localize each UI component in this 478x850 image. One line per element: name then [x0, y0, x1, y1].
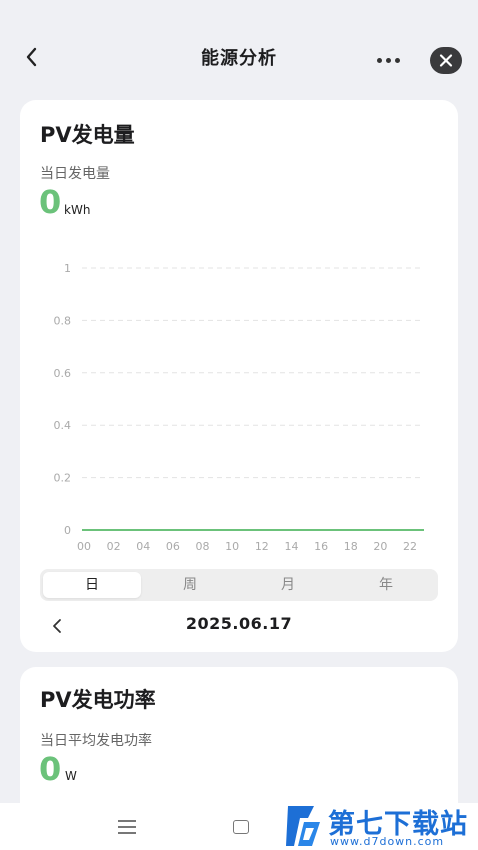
pv-energy-card: PV发电量 当日发电量 0 kWh 1 0.8 0.6 0.4 0.2 0 00 02 04 06… [20, 100, 458, 652]
x-tick-label: 04 [136, 540, 150, 553]
y-tick-label: 0 [64, 524, 71, 537]
x-tick-label: 20 [373, 540, 387, 553]
x-tick-label: 16 [314, 540, 328, 553]
x-tick-label: 12 [255, 540, 269, 553]
watermark: 第七下载站 www.d7down.com [282, 800, 478, 850]
avg-power-unit: W [65, 769, 77, 783]
pv-power-title: PV发电功率 [40, 688, 156, 712]
y-tick-label: 0.2 [54, 472, 72, 485]
watermark-url: www.d7down.com [330, 835, 445, 848]
energy-line-chart: 10.80.60.40.2000 02 04 06 08 10 12 14 16 18 20 22 [54, 262, 424, 553]
period-selector: 日 周 月 年 [40, 569, 438, 601]
watermark-logo-icon [286, 806, 320, 846]
y-tick-label: 0.8 [54, 314, 72, 327]
close-icon[interactable] [430, 47, 462, 74]
menu-icon[interactable] [118, 820, 136, 834]
tab-day[interactable]: 日 [43, 572, 141, 598]
x-tick-label: 02 [107, 540, 121, 553]
home-icon[interactable] [233, 820, 249, 834]
avg-power-label: 当日平均发电功率 [40, 733, 152, 749]
x-tick-label: 00 [77, 540, 91, 553]
y-tick-label: 0.4 [54, 419, 72, 432]
y-tick-label: 0.6 [54, 367, 72, 380]
x-tick-label: 06 [166, 540, 180, 553]
avg-power-value: 0 [39, 750, 62, 788]
x-tick-label: 22 [403, 540, 417, 553]
selected-date: 2025.06.17 [185, 614, 293, 633]
tab-year[interactable]: 年 [337, 572, 435, 598]
page-title: 能源分析 [201, 48, 277, 69]
x-tick-label: 08 [196, 540, 210, 553]
x-tick-label: 10 [225, 540, 239, 553]
tab-month[interactable]: 月 [239, 572, 337, 598]
x-tick-label: 14 [284, 540, 298, 553]
tab-week[interactable]: 周 [141, 572, 239, 598]
y-tick-label: 1 [64, 262, 71, 275]
top-bar: 能源分析 [0, 0, 478, 100]
more-options-icon[interactable] [372, 48, 404, 72]
x-tick-label: 18 [344, 540, 358, 553]
